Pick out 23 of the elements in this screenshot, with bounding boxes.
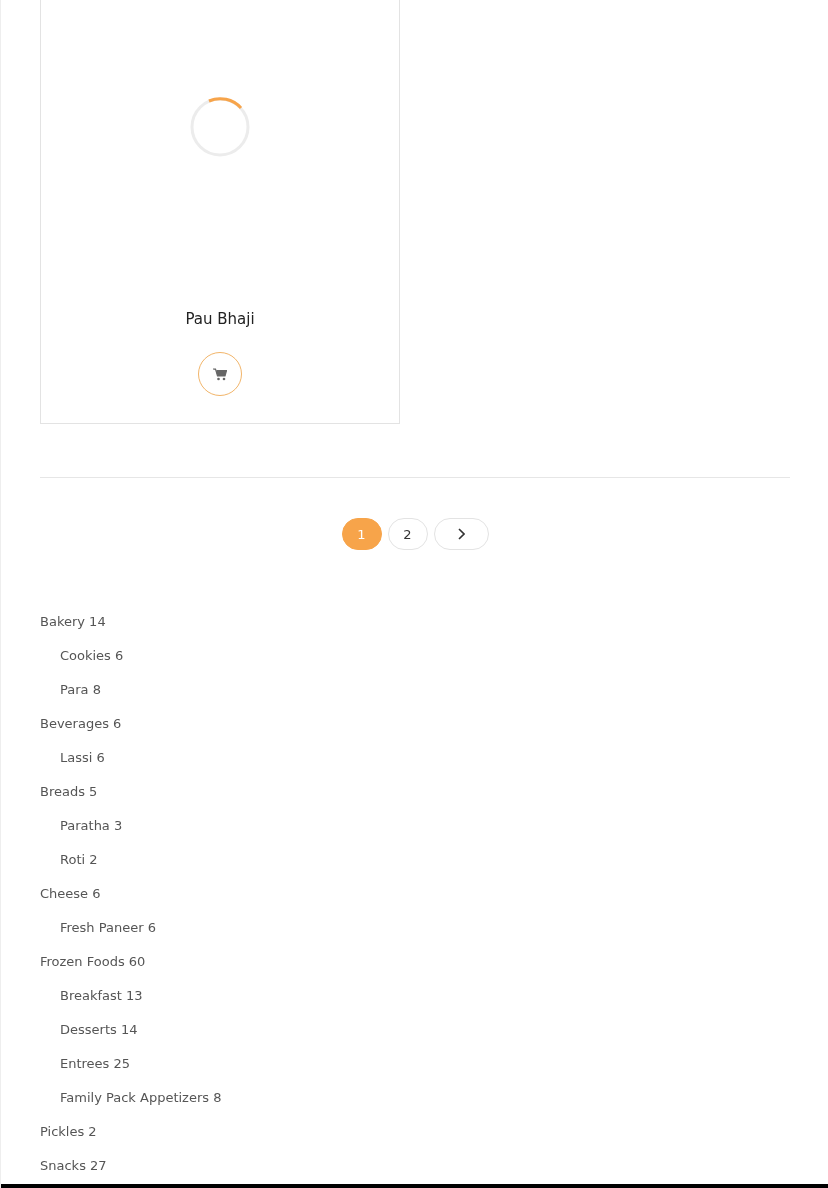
subcategory-link[interactable]: Desserts 14: [60, 1013, 138, 1047]
category-link[interactable]: Bakery 14: [40, 605, 106, 639]
subcategory-link[interactable]: Cookies 6: [60, 639, 124, 673]
category-link[interactable]: Breads 5: [40, 775, 98, 809]
product-name[interactable]: Pau Bhaji: [185, 306, 255, 332]
subcategory-link[interactable]: Para 8: [60, 673, 101, 707]
subcategory-link[interactable]: Family Pack Appetizers 8: [60, 1081, 222, 1115]
subcategory-link[interactable]: Paratha 3: [60, 809, 123, 843]
category-link[interactable]: Cheese 6: [40, 877, 101, 911]
category-link[interactable]: Beverages 6: [40, 707, 122, 741]
category-link[interactable]: Snacks 27: [40, 1149, 107, 1183]
subcategory-link[interactable]: Fresh Paneer 6: [60, 911, 156, 945]
subcategory-link[interactable]: Lassi 6: [60, 741, 105, 775]
subcategory-link[interactable]: Entrees 25: [60, 1047, 131, 1081]
add-to-cart-button[interactable]: [198, 352, 242, 396]
subcategory-link[interactable]: Breakfast 13: [60, 979, 143, 1013]
page-button[interactable]: 2: [387, 518, 428, 550]
subcategory-link[interactable]: Roti 2: [60, 843, 98, 877]
category-link[interactable]: Frozen Foods 60: [40, 945, 146, 979]
cart-icon: [213, 367, 227, 381]
category-link[interactable]: Pickles 2: [40, 1115, 97, 1149]
loading-spinner-icon: [189, 96, 251, 158]
chevron-right-icon: [457, 528, 465, 540]
